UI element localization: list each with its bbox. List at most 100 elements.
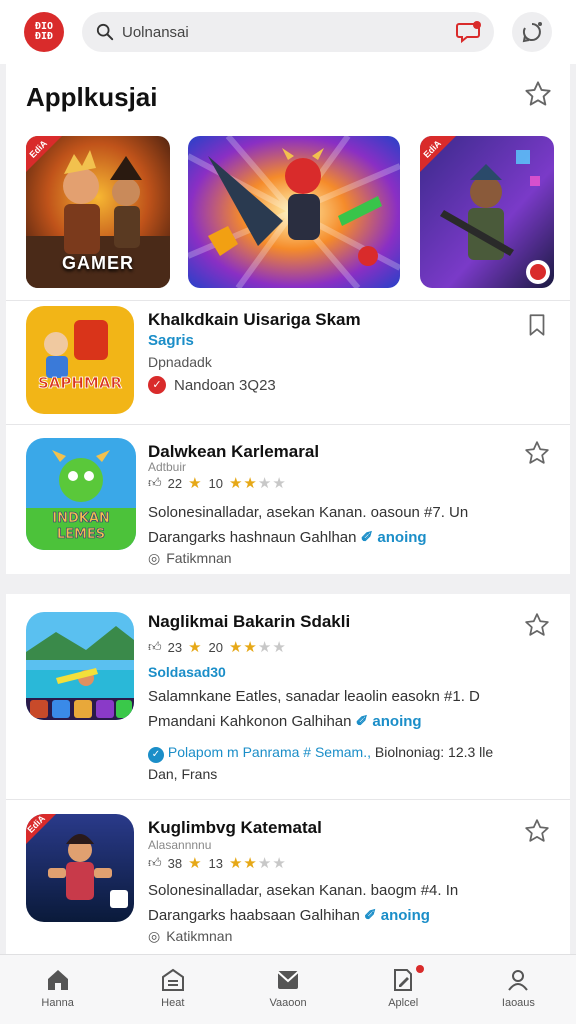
nav-label: Vaaoon — [269, 997, 307, 1009]
nav-label: Aplcel — [388, 997, 419, 1009]
app-description: Solonesinalladar, asekan Kanan. baogm #4… — [148, 882, 459, 899]
app-link[interactable]: anoing — [372, 713, 421, 730]
thumb-icon: 👍︎ — [148, 855, 162, 870]
rating-stars: ★★★★ — [228, 475, 287, 492]
rating-value: 20 — [208, 639, 223, 655]
edit-note-icon — [394, 969, 413, 991]
svg-text:LEMES: LEMES — [57, 527, 105, 542]
pencil-icon: ✐ — [360, 529, 374, 546]
rating-stars: ★★★★ — [228, 855, 287, 872]
app-art — [26, 612, 134, 720]
app-title: Khalkdkain Uisariga Skam — [148, 310, 361, 329]
verified-text: Nandoan 3Q23 — [174, 376, 276, 394]
star-outline-icon[interactable] — [524, 818, 550, 844]
promo-link[interactable]: Polapom m Panrama # Semam., — [168, 744, 371, 760]
footer-line: ◎ Fatikmnan — [148, 550, 232, 566]
promo-line-2: Dan, Frans — [148, 766, 218, 782]
mail-icon — [277, 971, 299, 989]
svg-text:INDKAN: INDKAN — [52, 511, 110, 526]
search-input[interactable] — [122, 23, 452, 41]
app-list-item[interactable]: INDKAN LEMES Dalwkean Karlemaral Adtbuir… — [6, 424, 570, 574]
app-icon: INDKAN LEMES — [26, 438, 136, 550]
app-subtitle: Adtbuir — [148, 460, 187, 474]
app-list-card: Naglikmai Bakarin Sdakli 👍︎ 23 ★ 20 ★★★★… — [6, 594, 570, 954]
rating-line: 👍︎ 38 ★ 13 ★★★★ — [148, 854, 287, 872]
check-icon: ✓ — [148, 747, 164, 763]
star-outline-icon[interactable] — [524, 612, 550, 638]
nav-item-store[interactable]: Heat — [115, 955, 230, 1024]
app-title: Dalwkean Karlemaral — [148, 442, 320, 461]
app-list-item[interactable]: SAPHMAR Khalkdkain Uisariga Skam Sagris … — [6, 300, 570, 424]
star-icon: ★ — [188, 475, 203, 492]
featured-card: Applkusjai EdiA GAMER EdiA SAPHMAR Khalk… — [6, 64, 570, 574]
app-logo[interactable]: ĐIO ĐIĐ — [24, 12, 64, 52]
chat-refresh-icon — [522, 22, 542, 43]
rating-count: 38 — [167, 855, 183, 871]
app-description-2: Pmandani Kahkonon Galhihan ✐ anoing — [148, 713, 422, 730]
home-icon — [47, 970, 68, 990]
nav-label: Hanna — [41, 997, 74, 1009]
app-icon: EdiA — [26, 814, 134, 922]
logo-text: ĐIO ĐIĐ — [34, 21, 54, 42]
nav-item-profile[interactable]: Iaoaus — [461, 955, 576, 1024]
app-list-item[interactable]: EdiA Kuglimbvg Katematal Alasannnnu 👍︎ 3… — [6, 800, 570, 954]
rating-count: 22 — [167, 475, 183, 491]
featured-game-1[interactable]: EdiA GAMER — [26, 136, 170, 288]
ribbon-badge: EdiA — [26, 814, 70, 858]
app-title: Naglikmai Bakarin Sdakli — [148, 612, 351, 631]
thumb-icon: 👍︎ — [148, 475, 162, 490]
nav-label: Iaoaus — [501, 997, 535, 1009]
star-icon: ★ — [188, 855, 203, 872]
app-description: Solonesinalladar, asekan Kanan. oasoun #… — [148, 504, 469, 521]
thumb-icon: 👍︎ — [148, 639, 162, 654]
nav-label: Heat — [161, 997, 185, 1009]
featured-game-2[interactable] — [188, 136, 400, 288]
verified-line: ✓ Nandoan 3Q23 — [148, 376, 276, 394]
main-content: Applkusjai EdiA GAMER EdiA SAPHMAR Khalk… — [0, 64, 576, 954]
promo-line: ✓ Polapom m Panrama # Semam., Biolnoniag… — [148, 744, 493, 763]
featured-game-3[interactable]: EdiA — [420, 136, 554, 288]
app-category: Soldasad30 — [148, 664, 226, 680]
app-description-2: Darangarks hashnaun Gahlhan ✐ anoing — [148, 529, 427, 546]
section-title: Applkusjai — [26, 82, 158, 112]
chat-bubble-icon[interactable] — [456, 20, 482, 44]
ribbon-badge: EdiA — [420, 136, 464, 180]
app-art: INDKAN LEMES — [26, 438, 136, 550]
app-subtitle: Alasannnnu — [148, 838, 212, 852]
app-developer: Dpnadadk — [148, 354, 212, 370]
rating-count: 23 — [167, 639, 183, 655]
app-description: Salamnkane Eatles, sanadar leaolin easok… — [148, 688, 480, 705]
clock-icon: ◎ — [148, 550, 161, 566]
star-icon: ★ — [188, 639, 203, 656]
search-bar[interactable] — [82, 12, 494, 52]
nav-item-mail[interactable]: Vaaoon — [230, 955, 345, 1024]
app-category: Sagris — [148, 332, 194, 349]
rating-line: 👍︎ 22 ★ 10 ★★★★ — [148, 474, 287, 492]
app-link[interactable]: anoing — [377, 529, 426, 546]
app-icon: SAPHMAR — [26, 306, 134, 414]
notification-dot — [415, 965, 424, 973]
app-description-2: Darangarks haabsaan Galhihan ✐ anoing — [148, 907, 430, 924]
star-outline-icon[interactable] — [524, 440, 550, 466]
pencil-icon: ✐ — [355, 713, 369, 730]
chat-refresh-button[interactable] — [512, 12, 552, 52]
clock-icon: ◎ — [148, 928, 161, 944]
rating-value: 10 — [208, 475, 223, 491]
app-list-item[interactable]: Naglikmai Bakarin Sdakli 👍︎ 23 ★ 20 ★★★★… — [6, 594, 570, 799]
ribbon-badge: EdiA — [26, 136, 70, 180]
person-icon — [508, 970, 529, 991]
star-outline-icon[interactable] — [524, 80, 552, 108]
checkmark-icon: ✓ — [148, 376, 166, 394]
rating-stars: ★★★★ — [228, 639, 287, 656]
bottom-navigation: Hanna Heat Vaaoon Aplcel Iaoaus — [0, 954, 576, 1024]
nav-item-home[interactable]: Hanna — [0, 955, 115, 1024]
featured-label: GAMER — [62, 253, 134, 273]
top-bar: ĐIO ĐIĐ — [0, 0, 576, 64]
app-link[interactable]: anoing — [381, 907, 430, 924]
footer-line: ◎ Katikmnan — [148, 928, 233, 944]
nav-item-edit[interactable]: Aplcel — [346, 955, 461, 1024]
bookmark-icon[interactable] — [524, 312, 550, 338]
rating-value: 13 — [208, 855, 223, 871]
featured-art-2 — [188, 136, 400, 288]
rating-line: 👍︎ 23 ★ 20 ★★★★ — [148, 638, 287, 656]
